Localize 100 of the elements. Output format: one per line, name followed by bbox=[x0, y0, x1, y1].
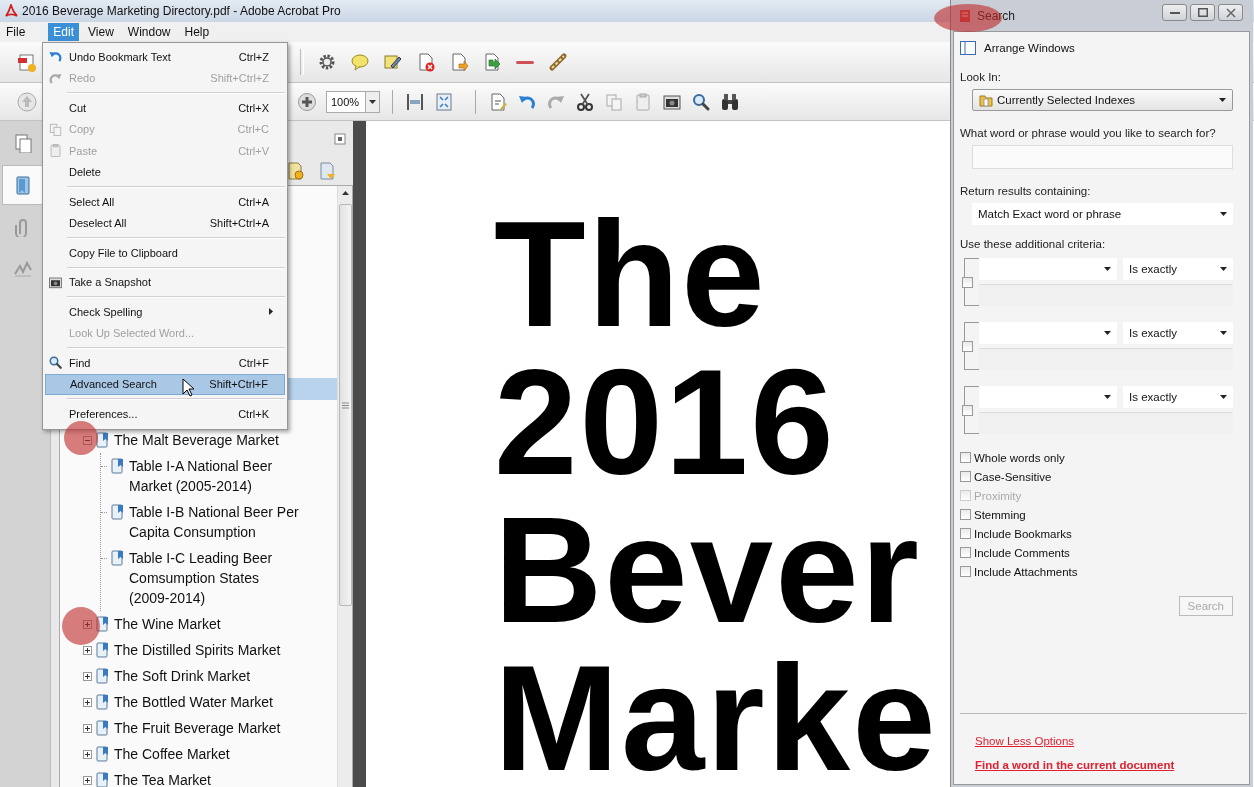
caret-icon bbox=[1220, 331, 1227, 335]
document-export-icon[interactable] bbox=[482, 52, 502, 72]
menu-item[interactable]: Take a Snapshot bbox=[45, 271, 285, 293]
checkbox[interactable] bbox=[960, 528, 971, 539]
menu-item[interactable]: Deselect All Shift+Ctrl+A bbox=[45, 212, 285, 234]
menu-item[interactable]: Preferences... Ctrl+K bbox=[45, 403, 285, 425]
cut-icon[interactable] bbox=[575, 91, 595, 112]
expand-icon[interactable] bbox=[83, 645, 92, 655]
bookmark-tool-icon[interactable] bbox=[318, 161, 338, 181]
bookmark-item[interactable]: The Soft Drink Market bbox=[114, 668, 251, 684]
bookmark-item[interactable]: The Fruit Beverage Market bbox=[114, 720, 281, 736]
document-delete-icon[interactable] bbox=[416, 52, 436, 72]
expand-icon[interactable] bbox=[83, 775, 92, 785]
operator-dropdown[interactable]: Is exactly bbox=[1123, 258, 1233, 280]
menu-item[interactable]: Cut Ctrl+X bbox=[45, 97, 285, 119]
bookmark-item[interactable]: The Malt Beverage Market bbox=[114, 432, 279, 448]
comment-icon[interactable] bbox=[350, 52, 370, 72]
document-arrow-icon[interactable] bbox=[449, 52, 469, 72]
checkbox-label: Case-Sensitive bbox=[974, 470, 1052, 483]
expand-icon[interactable] bbox=[83, 697, 92, 707]
checkbox[interactable] bbox=[960, 452, 971, 463]
maximize-icon bbox=[1197, 8, 1208, 17]
checkbox[interactable] bbox=[962, 276, 973, 288]
link-icon[interactable] bbox=[548, 52, 568, 72]
scrollbar-thumb[interactable] bbox=[338, 204, 352, 606]
bookmark-icon bbox=[96, 668, 110, 684]
link[interactable]: Find a word in the current document bbox=[975, 759, 1175, 771]
bookmark-item[interactable]: The Wine Market bbox=[114, 616, 221, 632]
binoculars-icon[interactable] bbox=[720, 91, 740, 112]
copy-icon[interactable] bbox=[604, 91, 624, 112]
maximize-button[interactable] bbox=[1190, 4, 1215, 21]
expand-icon[interactable] bbox=[83, 671, 92, 681]
create-icon[interactable] bbox=[17, 52, 37, 72]
bookmark-item[interactable]: Table I-C Leading Beer Comsumption States (2009-2014) bbox=[129, 548, 301, 608]
checkbox[interactable] bbox=[960, 547, 971, 558]
menu-item[interactable]: File bbox=[1, 23, 31, 41]
close-icon bbox=[1225, 7, 1236, 18]
search-field[interactable] bbox=[972, 145, 1233, 169]
value-field[interactable] bbox=[979, 412, 1233, 434]
highlight-circle bbox=[62, 607, 100, 645]
menu-item[interactable]: Advanced Search Shift+Ctrl+F bbox=[45, 373, 285, 395]
bookmark-icon bbox=[96, 616, 110, 632]
checkbox-label: Proximity bbox=[974, 489, 1022, 502]
link[interactable]: Show Less Options bbox=[975, 735, 1075, 747]
caret-icon bbox=[1104, 331, 1111, 335]
cover-title-line: 2016 bbox=[494, 357, 836, 487]
menu-item[interactable]: Help bbox=[179, 23, 215, 41]
bookmarks-button[interactable] bbox=[2, 165, 44, 205]
bookmark-item[interactable]: The Coffee Market bbox=[114, 746, 230, 762]
caret-icon bbox=[1220, 267, 1227, 271]
arrange-windows-link[interactable]: Arrange Windows bbox=[984, 42, 1075, 54]
bookmark-item[interactable]: The Distilled Spirits Market bbox=[114, 642, 281, 658]
fit-width-icon[interactable] bbox=[405, 91, 425, 112]
copy-icon bbox=[47, 121, 63, 137]
zoom-in-icon[interactable] bbox=[297, 91, 317, 112]
checkbox[interactable] bbox=[962, 404, 973, 416]
expand-icon[interactable] bbox=[83, 749, 92, 759]
value-field[interactable] bbox=[979, 284, 1233, 306]
menu-item[interactable]: Copy File to Clipboard bbox=[45, 242, 285, 264]
search-icon[interactable] bbox=[691, 91, 711, 112]
menu-item[interactable]: Check Spelling bbox=[45, 301, 285, 323]
panel-options-button[interactable] bbox=[333, 132, 347, 146]
checkbox[interactable] bbox=[962, 340, 973, 352]
menu-item[interactable]: Window bbox=[122, 23, 176, 41]
expand-icon[interactable] bbox=[83, 723, 92, 733]
bookmark-icon bbox=[96, 772, 110, 787]
zoom-field[interactable]: 100% bbox=[326, 90, 366, 113]
checkbox[interactable] bbox=[960, 509, 971, 520]
checkbox-label: Include Comments bbox=[974, 546, 1070, 559]
bookmark-icon bbox=[111, 458, 125, 474]
cover-title-line: Bever bbox=[494, 505, 921, 635]
menu-item[interactable]: Find Ctrl+F bbox=[45, 352, 285, 374]
paste-icon[interactable] bbox=[633, 91, 653, 112]
checkbox[interactable] bbox=[960, 471, 971, 482]
dropdown-button[interactable] bbox=[366, 90, 380, 113]
match-dropdown[interactable]: Match Exact word or phrase bbox=[972, 203, 1233, 225]
fit-page-icon[interactable] bbox=[434, 91, 454, 112]
operator-dropdown[interactable]: Is exactly bbox=[1123, 322, 1233, 344]
menu-item[interactable]: Undo Bookmark Text Ctrl+Z bbox=[45, 46, 285, 68]
operator-dropdown[interactable]: Is exactly bbox=[1123, 386, 1233, 408]
look-in-dropdown[interactable]: Currently Selected Indexes bbox=[972, 89, 1233, 111]
menu-item[interactable]: View bbox=[83, 23, 119, 41]
checkbox[interactable] bbox=[960, 566, 971, 577]
bookmark-item[interactable]: Table I-B National Beer Per Capita Consumption bbox=[129, 502, 301, 542]
menu-item[interactable]: Delete bbox=[45, 161, 285, 183]
minimize-button[interactable] bbox=[1162, 4, 1187, 21]
bookmark-item[interactable]: Table I-A National Beer Market (2005-2014) bbox=[129, 456, 301, 496]
menu-item[interactable]: Select All Ctrl+A bbox=[45, 191, 285, 213]
note-pencil-icon[interactable] bbox=[383, 52, 403, 72]
gear-icon[interactable] bbox=[317, 52, 337, 72]
bookmark-item[interactable]: The Bottled Water Market bbox=[114, 694, 273, 710]
collapse-icon[interactable] bbox=[83, 435, 92, 445]
search-icon bbox=[47, 355, 63, 371]
new-bookmark-icon[interactable] bbox=[286, 161, 306, 181]
document-edit-icon[interactable] bbox=[488, 91, 508, 112]
close-button[interactable] bbox=[1218, 4, 1243, 21]
bookmark-item[interactable]: The Tea Market bbox=[114, 772, 211, 787]
window-layout-icon[interactable] bbox=[960, 41, 976, 55]
bookmark-icon bbox=[111, 550, 125, 566]
value-field[interactable] bbox=[979, 348, 1233, 370]
